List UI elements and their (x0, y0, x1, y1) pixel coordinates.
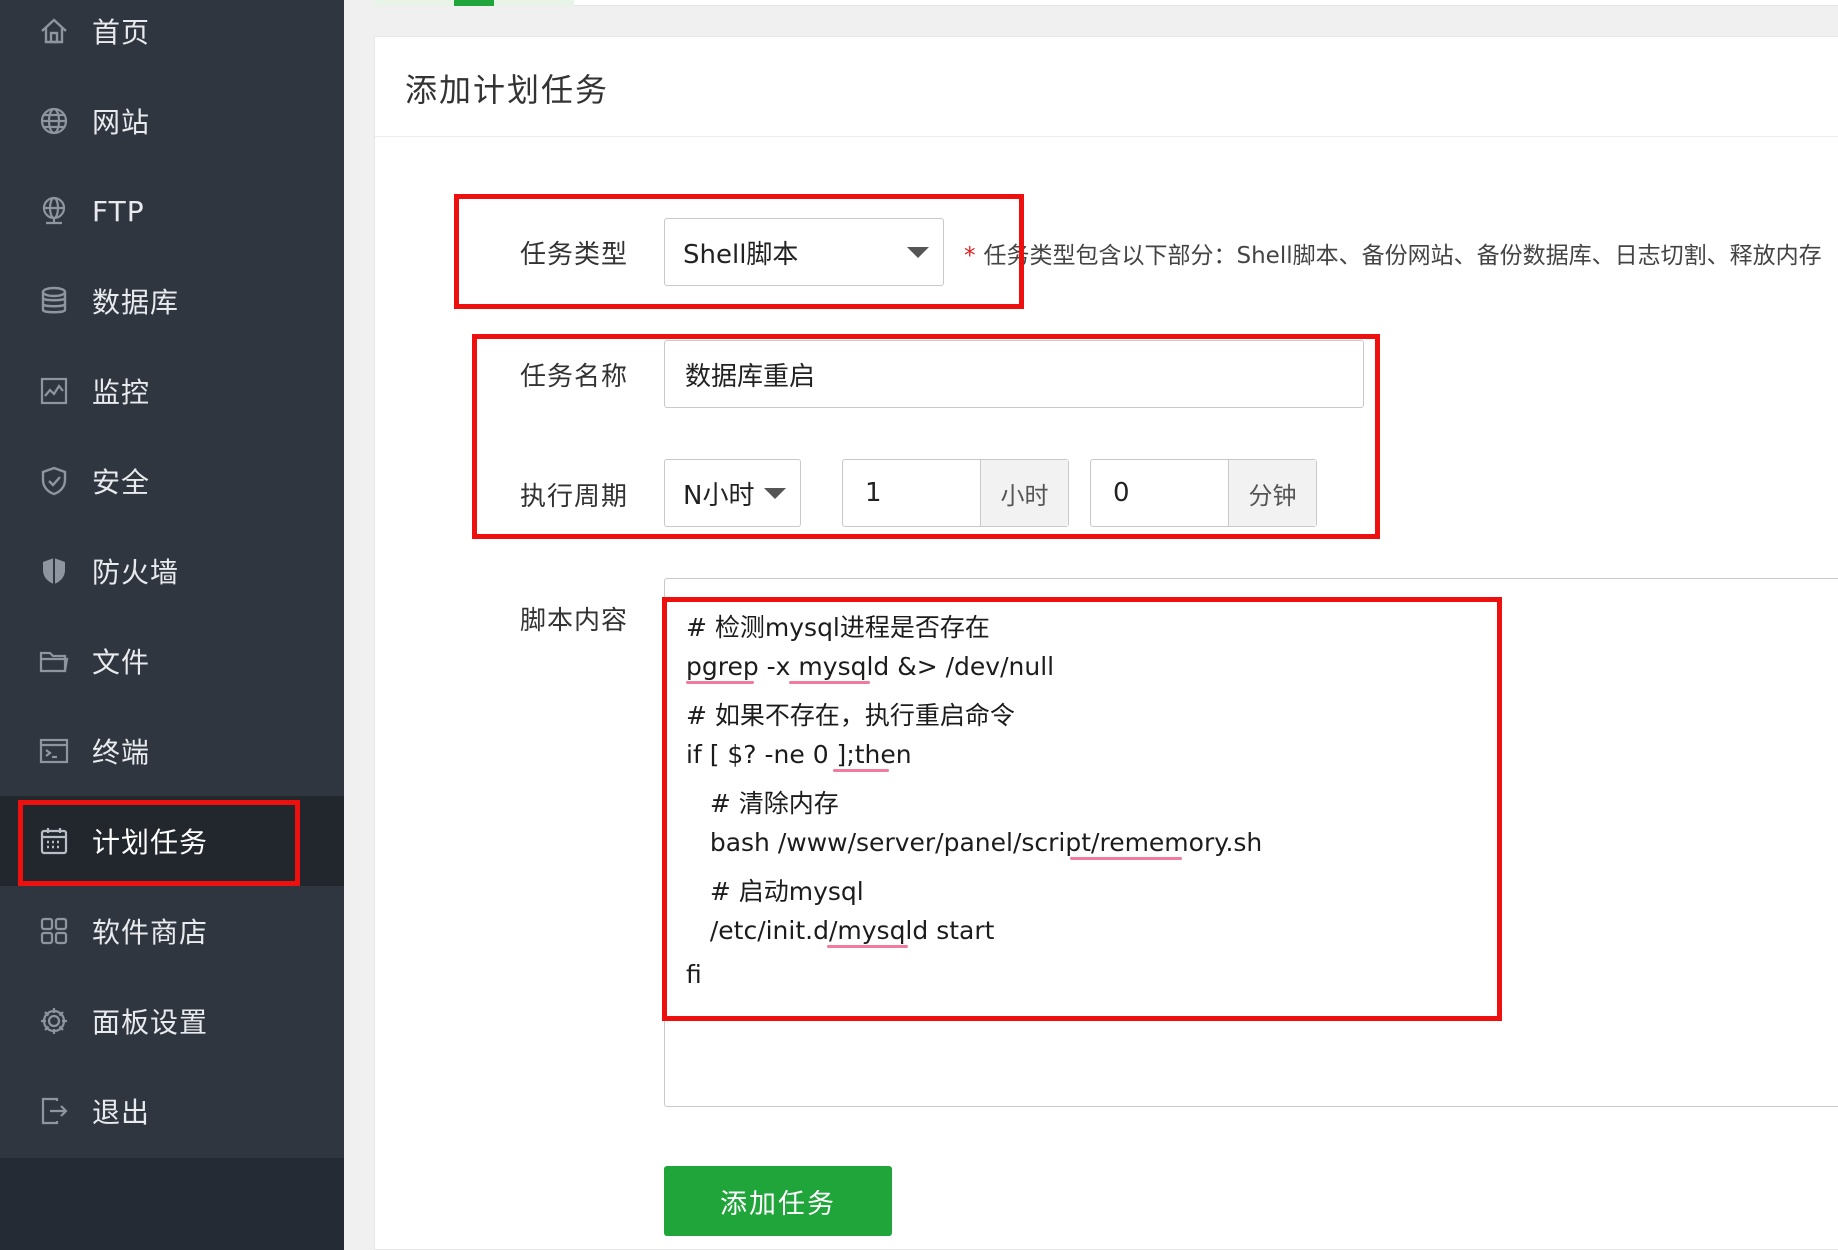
script-line: fi (686, 960, 702, 989)
sidebar-item-label: 安全 (92, 466, 151, 499)
period-label: 执行周期 (520, 482, 629, 512)
sidebar-item-label: 软件商店 (92, 916, 209, 949)
sidebar-item-cron[interactable]: 计划任务 (0, 796, 344, 886)
script-line: # 清除内存 (686, 789, 839, 818)
script-line: bash /www/server/panel/script/rememory.s… (686, 828, 1263, 857)
script-line: # 检测mysql进程是否存在 (686, 613, 990, 642)
sidebar-item-database[interactable]: 数据库 (0, 256, 344, 346)
hours-input[interactable]: 1 (843, 460, 980, 526)
sidebar-item-home[interactable]: 首页 (0, 0, 344, 76)
sidebar-item-monitor[interactable]: 监控 (0, 346, 344, 436)
calendar-icon (38, 825, 70, 857)
sidebar-item-label: 文件 (92, 646, 151, 679)
sidebar-item-ftp[interactable]: FTP (0, 166, 344, 256)
sidebar-item-label: 数据库 (92, 286, 180, 319)
script-line: /etc/init.d/mysqld start (686, 916, 995, 945)
task-type-hint-text: 任务类型包含以下部分：Shell脚本、备份网站、备份数据库、日志切割、释放内存 (983, 243, 1822, 269)
script-line: # 启动mysql (686, 877, 864, 906)
sidebar-item-panel-settings[interactable]: 面板设置 (0, 976, 344, 1066)
sidebar-item-app-store[interactable]: 软件商店 (0, 886, 344, 976)
chevron-down-icon (764, 488, 786, 499)
add-task-button[interactable]: 添加任务 (664, 1166, 892, 1236)
sidebar-item-label: 首页 (92, 16, 151, 49)
sidebar-item-label: FTP (92, 194, 145, 228)
script-line: if [ $? -ne 0 ];then (686, 740, 912, 769)
minutes-input-group: 0 分钟 (1090, 459, 1317, 527)
logout-icon (38, 1095, 70, 1127)
period-type-value: N小时 (683, 480, 755, 511)
sidebar-item-terminal[interactable]: 终端 (0, 706, 344, 796)
home-icon (38, 15, 70, 47)
sidebar: 首页 网站 FTP 数据库 监控 安全 防火墙 文件 终端 计划任务 软件商店 … (0, 0, 344, 1250)
ftp-icon (38, 195, 70, 227)
spellcheck-underline (1070, 857, 1182, 860)
monitor-icon (38, 375, 70, 407)
hours-input-group: 1 小时 (842, 459, 1069, 527)
sidebar-item-label: 面板设置 (92, 1006, 209, 1039)
sidebar-item-label: 监控 (92, 376, 151, 409)
required-star: * (964, 243, 976, 269)
sidebar-item-label: 网站 (92, 106, 151, 139)
minutes-input[interactable]: 0 (1091, 460, 1228, 526)
task-type-label: 任务类型 (520, 240, 629, 270)
top-tab-indicator (454, 0, 494, 6)
hours-unit: 小时 (980, 460, 1068, 526)
script-textarea[interactable]: # 检测mysql进程是否存在 pgrep -x mysqld &> /dev/… (664, 578, 1838, 1107)
top-tab-bar (374, 0, 1838, 6)
sidebar-item-security[interactable]: 安全 (0, 436, 344, 526)
gear-icon (38, 1005, 70, 1037)
sidebar-item-label: 终端 (92, 736, 151, 769)
script-line: pgrep -x mysqld &> /dev/null (686, 652, 1055, 681)
task-name-label: 任务名称 (520, 362, 629, 392)
terminal-icon (38, 735, 70, 767)
globe-icon (38, 105, 70, 137)
spellcheck-underline (789, 681, 870, 684)
spellcheck-underline (686, 681, 754, 684)
sidebar-item-files[interactable]: 文件 (0, 616, 344, 706)
apps-grid-icon (38, 915, 70, 947)
spellcheck-underline (827, 945, 908, 948)
database-icon (38, 285, 70, 317)
sidebar-item-label: 防火墙 (92, 556, 180, 589)
script-label: 脚本内容 (520, 606, 629, 636)
firewall-icon (38, 555, 70, 587)
sidebar-item-firewall[interactable]: 防火墙 (0, 526, 344, 616)
sidebar-nav: 首页 网站 FTP 数据库 监控 安全 防火墙 文件 终端 计划任务 软件商店 … (0, 0, 344, 1158)
minutes-unit: 分钟 (1228, 460, 1316, 526)
task-name-input[interactable]: 数据库重启 (664, 340, 1364, 408)
sidebar-item-label: 退出 (92, 1096, 151, 1129)
shield-icon (38, 465, 70, 497)
spellcheck-underline (833, 769, 889, 772)
chevron-down-icon (907, 247, 929, 258)
card-header: 添加计划任务 (375, 37, 1838, 137)
task-type-select[interactable]: Shell脚本 (664, 218, 944, 286)
page-title: 添加计划任务 (405, 71, 610, 109)
folder-icon (38, 645, 70, 677)
sidebar-item-label: 计划任务 (92, 826, 209, 859)
period-type-select[interactable]: N小时 (664, 459, 801, 527)
task-type-value: Shell脚本 (683, 239, 799, 270)
sidebar-item-logout[interactable]: 退出 (0, 1066, 344, 1156)
sidebar-item-website[interactable]: 网站 (0, 76, 344, 166)
script-line: # 如果不存在，执行重启命令 (686, 701, 1015, 730)
task-type-hint: * 任务类型包含以下部分：Shell脚本、备份网站、备份数据库、日志切割、释放内存 (964, 236, 1838, 270)
